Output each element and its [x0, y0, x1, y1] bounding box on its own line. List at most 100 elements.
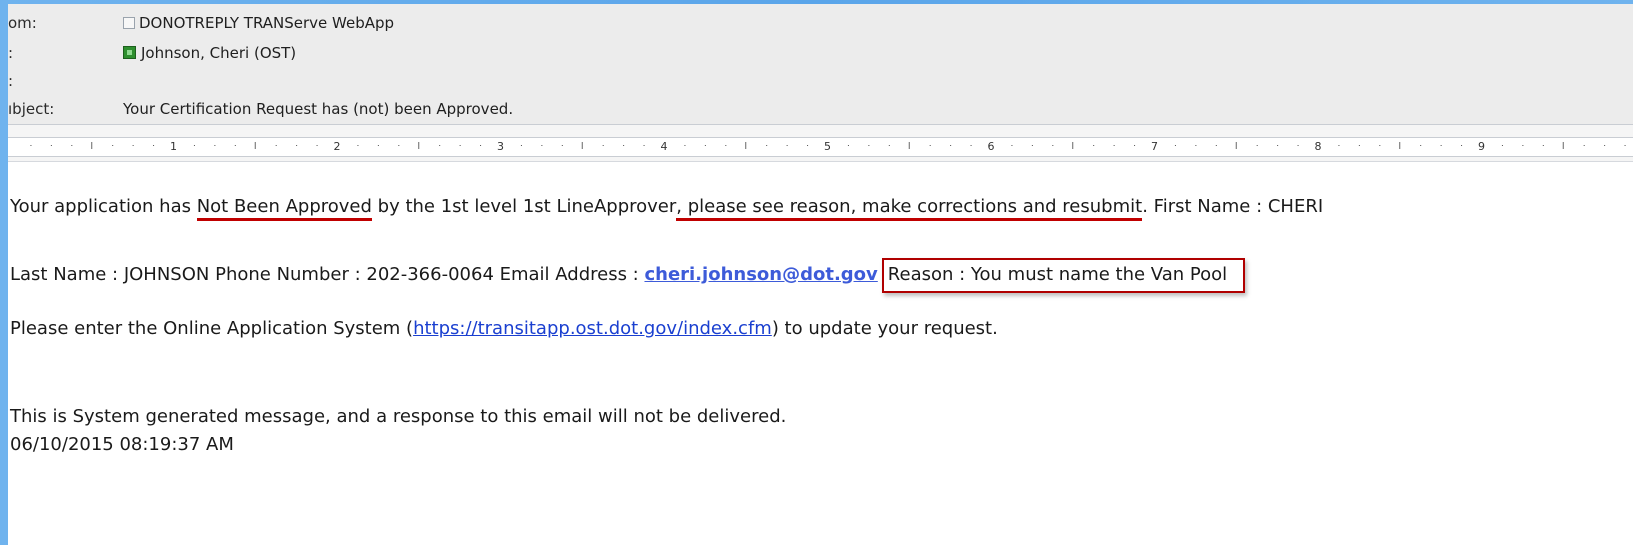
presence-status-icon — [123, 46, 136, 59]
ruler-dot — [1113, 145, 1115, 146]
ruler-number: 2 — [334, 140, 341, 153]
email-header: om: DONOTREPLY TRANServe WebApp : Johnso… — [8, 4, 1633, 125]
ruler-dot — [50, 145, 52, 146]
ruler-dot — [153, 145, 155, 146]
ruler-dot — [296, 145, 298, 146]
ruler-dot — [1256, 145, 1258, 146]
ruler-dot — [868, 145, 870, 146]
ruler-dot — [1440, 145, 1442, 146]
cc-label: : — [8, 72, 14, 90]
ruler-dot — [970, 145, 972, 146]
ruler-dot — [1542, 145, 1544, 146]
ruler-dot — [193, 145, 195, 146]
cc-row: : — [8, 68, 1633, 94]
not-approved-phrase: Not Been Approved — [196, 196, 372, 221]
from-row: om: DONOTREPLY TRANServe WebApp — [8, 10, 1633, 36]
text-segment: ) to update your request. — [771, 318, 998, 339]
ruler-dot — [847, 145, 849, 146]
ruler-dot — [1195, 145, 1197, 146]
subject-row: ıbject: Your Certification Request has (… — [8, 96, 1633, 122]
ruler-dot — [71, 145, 73, 146]
ruler-dot — [480, 145, 482, 146]
ruler-dot — [1011, 145, 1013, 146]
ruler-number: 1 — [170, 140, 177, 153]
ruler-dot — [357, 145, 359, 146]
subject-value: Your Certification Request has (not) bee… — [123, 100, 514, 118]
ruler-dot — [1420, 145, 1422, 146]
first-name-text: . First Name : CHERI — [1142, 196, 1324, 217]
ruler-dot — [1358, 145, 1360, 146]
sender-name[interactable]: DONOTREPLY TRANServe WebApp — [139, 14, 394, 32]
to-row: : Johnson, Cheri (OST) — [8, 40, 1633, 66]
ruler-number: 6 — [988, 140, 995, 153]
reason-callout-box: Reason : You must name the Van Pool — [881, 258, 1246, 293]
ruler-number: 3 — [497, 140, 504, 153]
ruler-dot — [684, 145, 686, 146]
ruler-dot — [520, 145, 522, 146]
message-line-2: Last Name : JOHNSON Phone Number : 202-3… — [10, 258, 1246, 293]
ruler-dot — [1379, 145, 1381, 146]
ruler-dot — [1604, 145, 1606, 146]
ruler-dot — [541, 145, 543, 146]
ruler-dot — [1583, 145, 1585, 146]
ruler-dot — [398, 145, 400, 146]
message-line-1: Your application has Not Been Approved b… — [10, 196, 1324, 221]
from-label: om: — [8, 14, 37, 32]
text-segment: by the 1st level 1st LineApprover — [371, 196, 677, 217]
text-segment: Your application has — [10, 196, 197, 217]
ruler-dot — [561, 145, 563, 146]
ruler-dot — [1215, 145, 1217, 146]
ruler-dot — [888, 145, 890, 146]
ruler-dot — [929, 145, 931, 146]
ruler-dot — [1174, 145, 1176, 146]
ruler-dot — [623, 145, 625, 146]
ruler-dot — [1297, 145, 1299, 146]
ruler-dot — [1624, 145, 1626, 146]
message-line-3: Please enter the Online Application Syst… — [10, 318, 998, 339]
ruler-dot — [807, 145, 809, 146]
ruler-ticks: 1 2 3 4 5 6 7 8 9 — [30, 140, 1626, 153]
ruler-dot — [766, 145, 768, 146]
ruler-dot — [275, 145, 277, 146]
system-generated-notice: This is System generated message, and a … — [10, 406, 787, 427]
ruler-dot — [112, 145, 114, 146]
email-window: om: DONOTREPLY TRANServe WebApp : Johnso… — [8, 4, 1633, 545]
ruler-dot — [316, 145, 318, 146]
to-label: : — [8, 44, 14, 62]
ruler-dot — [1031, 145, 1033, 146]
from-value[interactable]: DONOTREPLY TRANServe WebApp — [123, 10, 394, 36]
ruler-dot — [214, 145, 216, 146]
ruler-dot — [725, 145, 727, 146]
recipient-name[interactable]: Johnson, Cheri (OST) — [141, 44, 296, 62]
ruler-number: 9 — [1478, 140, 1485, 153]
ruler-dot — [602, 145, 604, 146]
ruler-dot — [643, 145, 645, 146]
ruler-dot — [1522, 145, 1524, 146]
ruler-number: 8 — [1315, 140, 1322, 153]
ruler-dot — [1277, 145, 1279, 146]
ruler-number: 4 — [661, 140, 668, 153]
ruler-dot — [439, 145, 441, 146]
document-ruler: 1 2 3 4 5 6 7 8 9 — [8, 125, 1633, 162]
to-value[interactable]: Johnson, Cheri (OST) — [123, 40, 296, 66]
ruler-dot — [377, 145, 379, 146]
text-segment: Please enter the Online Application Syst… — [10, 318, 414, 339]
ruler-dot — [234, 145, 236, 146]
ruler-dot — [132, 145, 134, 146]
instruction-phrase: , please see reason, make corrections an… — [676, 196, 1143, 221]
ruler-dot — [1134, 145, 1136, 146]
message-timestamp: 06/10/2015 08:19:37 AM — [10, 434, 234, 455]
ruler-dot — [1461, 145, 1463, 146]
ruler-dot — [1338, 145, 1340, 146]
ruler-number: 5 — [824, 140, 831, 153]
ruler-dot — [704, 145, 706, 146]
ruler-dot — [1052, 145, 1054, 146]
ruler-dot — [786, 145, 788, 146]
application-system-link[interactable]: https://transitapp.ost.dot.gov/index.cfm — [413, 318, 772, 339]
ruler-dot — [1501, 145, 1503, 146]
contact-checkbox-icon — [123, 17, 135, 29]
email-address-link[interactable]: cheri.johnson@dot.gov — [644, 264, 877, 285]
ruler-dot — [30, 145, 32, 146]
contact-details-text: Last Name : JOHNSON Phone Number : 202-3… — [10, 264, 645, 285]
ruler-dot — [1093, 145, 1095, 146]
